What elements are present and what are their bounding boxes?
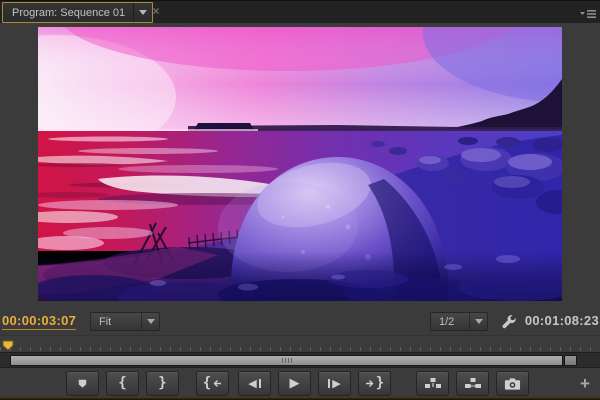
marker-icon [76, 377, 89, 390]
add-marker-button[interactable] [66, 371, 99, 396]
monitor-controls-row: 00:00:03:07 Fit 1/2 00:01:08:23 [0, 307, 600, 335]
zoom-scrollbar[interactable] [0, 352, 600, 368]
zoom-level-select[interactable]: Fit [90, 312, 160, 331]
extract-button[interactable] [456, 371, 489, 396]
step-back-icon: ◀ [248, 378, 256, 389]
go-to-in-icon: { [203, 376, 211, 390]
scrollbar-grip [282, 358, 292, 363]
scrollbar-end-handle[interactable] [564, 355, 577, 366]
extract-icon [464, 377, 482, 390]
playback-resolution-value: 1/2 [431, 316, 469, 328]
camera-icon [504, 378, 521, 390]
current-timecode[interactable]: 00:00:03:07 [2, 313, 76, 330]
export-frame-button[interactable] [496, 371, 529, 396]
mark-out-icon: } [158, 376, 166, 390]
mark-in-icon: { [118, 376, 126, 390]
playback-resolution-select[interactable]: 1/2 [430, 312, 488, 331]
video-preview [38, 27, 562, 301]
duration-timecode: 00:01:08:23 [525, 313, 599, 328]
play-icon: ▶ [290, 377, 300, 390]
step-forward-icon: ▶ [332, 378, 340, 389]
step-forward-button[interactable]: ▶ [318, 371, 351, 396]
arrow-right-icon [365, 379, 374, 388]
tab-bar: Program: Sequence 01 × [0, 0, 600, 23]
video-frame-beach-scene [38, 27, 562, 301]
panel-menu-icon[interactable] [580, 6, 597, 24]
scrollbar-thumb[interactable] [10, 355, 563, 366]
lift-button[interactable] [416, 371, 449, 396]
tab-program-sequence-01[interactable]: Program: Sequence 01 [2, 2, 153, 23]
step-back-button[interactable]: ◀ [238, 371, 271, 396]
play-button[interactable]: ▶ [278, 371, 311, 396]
transport-controls: { } { ◀ ▶ ▶ } [0, 368, 600, 400]
playhead-marker[interactable] [2, 338, 14, 349]
go-to-out-button[interactable]: } [358, 371, 391, 396]
mark-in-button[interactable]: { [106, 371, 139, 396]
settings-wrench-icon[interactable] [500, 313, 518, 331]
program-monitor-panel: Program: Sequence 01 × [0, 0, 600, 400]
chevron-down-icon [142, 319, 159, 324]
close-icon[interactable]: × [150, 4, 162, 18]
chevron-down-icon [470, 319, 487, 324]
go-to-in-button[interactable]: { [196, 371, 229, 396]
mini-timeline-ruler[interactable] [0, 335, 600, 353]
button-editor-button[interactable]: + [574, 371, 596, 396]
ruler-ticks [0, 347, 600, 351]
tab-label: Program: Sequence 01 [12, 7, 125, 19]
go-to-out-icon: } [376, 376, 384, 390]
zoom-level-value: Fit [91, 316, 141, 328]
lift-icon [424, 377, 442, 390]
arrow-left-icon [213, 379, 222, 388]
mark-out-button[interactable]: } [146, 371, 179, 396]
